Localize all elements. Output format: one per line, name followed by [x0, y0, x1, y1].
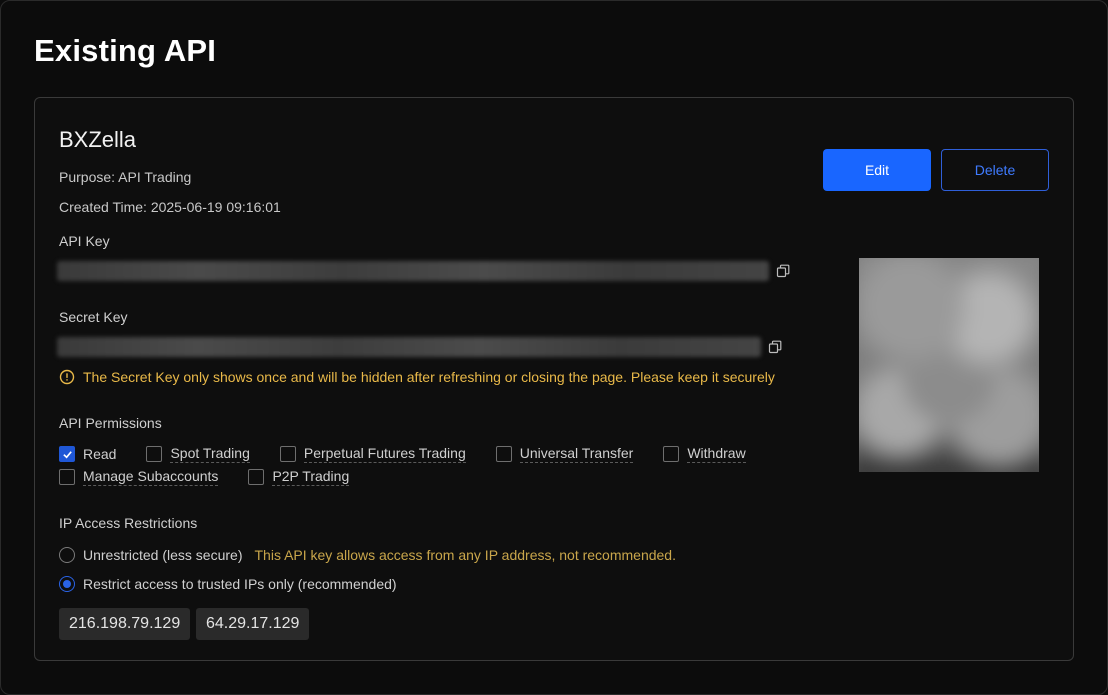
permission-label: Read [83, 445, 117, 462]
permission-label: Universal Transfer [519, 445, 634, 463]
copy-icon[interactable] [768, 340, 782, 354]
secret-key-warning: The Secret Key only shows once and will … [59, 369, 775, 385]
checkbox-checked[interactable] [59, 446, 75, 462]
warning-text: The Secret Key only shows once and will … [83, 369, 775, 385]
checkbox[interactable] [146, 446, 163, 462]
api-card: BXZella Purpose: API Trading Created Tim… [34, 97, 1074, 661]
ip-option-label: Unrestricted (less secure) [83, 547, 243, 563]
permission-read[interactable]: Read [59, 445, 116, 463]
permission-label: Manage Subaccounts [83, 468, 219, 486]
copy-icon[interactable] [776, 264, 790, 278]
check-icon [62, 450, 72, 458]
api-key-label: API Key [59, 233, 110, 249]
permissions-row: Manage Subaccounts P2P Trading [59, 468, 379, 486]
ip-restrictions-label: IP Access Restrictions [59, 515, 198, 531]
checkbox[interactable] [663, 446, 680, 462]
permission-universal-transfer[interactable]: Universal Transfer [495, 445, 634, 463]
ip-address-chip: 216.198.79.129 [59, 608, 191, 640]
page-title: Existing API [34, 33, 217, 68]
delete-button[interactable]: Delete [941, 149, 1049, 191]
checkbox[interactable] [495, 446, 512, 462]
permission-label: Withdraw [687, 445, 746, 463]
checkbox[interactable] [248, 469, 265, 485]
permission-spot-trading[interactable]: Spot Trading [146, 445, 250, 463]
radio-button-selected[interactable] [59, 576, 75, 592]
secret-key-value-redacted [57, 337, 761, 357]
ip-option-unrestricted[interactable]: Unrestricted (less secure) This API key … [59, 547, 676, 563]
checkbox[interactable] [59, 469, 75, 485]
permission-manage-subaccounts[interactable]: Manage Subaccounts [59, 468, 219, 486]
permission-withdraw[interactable]: Withdraw [663, 445, 746, 463]
api-purpose: Purpose: API Trading [59, 169, 192, 185]
qr-code-redacted [859, 258, 1039, 472]
warning-circle-icon [59, 369, 75, 385]
ip-option-restricted[interactable]: Restrict access to trusted IPs only (rec… [59, 576, 397, 592]
edit-button[interactable]: Edit [823, 149, 931, 191]
api-key-value-redacted [57, 261, 769, 281]
ip-address-chip: 64.29.17.129 [196, 608, 310, 640]
permission-label: Spot Trading [170, 445, 250, 463]
ip-option-note: This API key allows access from any IP a… [254, 547, 676, 563]
radio-button[interactable] [59, 547, 75, 563]
api-created-time: Created Time: 2025-06-19 09:16:01 [59, 199, 281, 215]
permission-label: P2P Trading [272, 468, 350, 486]
permissions-label: API Permissions [59, 415, 162, 431]
permission-p2p-trading[interactable]: P2P Trading [248, 468, 350, 486]
secret-key-label: Secret Key [59, 309, 128, 325]
checkbox[interactable] [279, 446, 296, 462]
api-name: BXZella [59, 127, 137, 152]
permission-label: Perpetual Futures Trading [303, 445, 466, 463]
permissions-row: Read Spot Trading Perpetual Futures Trad… [59, 445, 776, 463]
ip-option-label: Restrict access to trusted IPs only (rec… [83, 576, 397, 592]
permission-perpetual-futures[interactable]: Perpetual Futures Trading [279, 445, 466, 463]
